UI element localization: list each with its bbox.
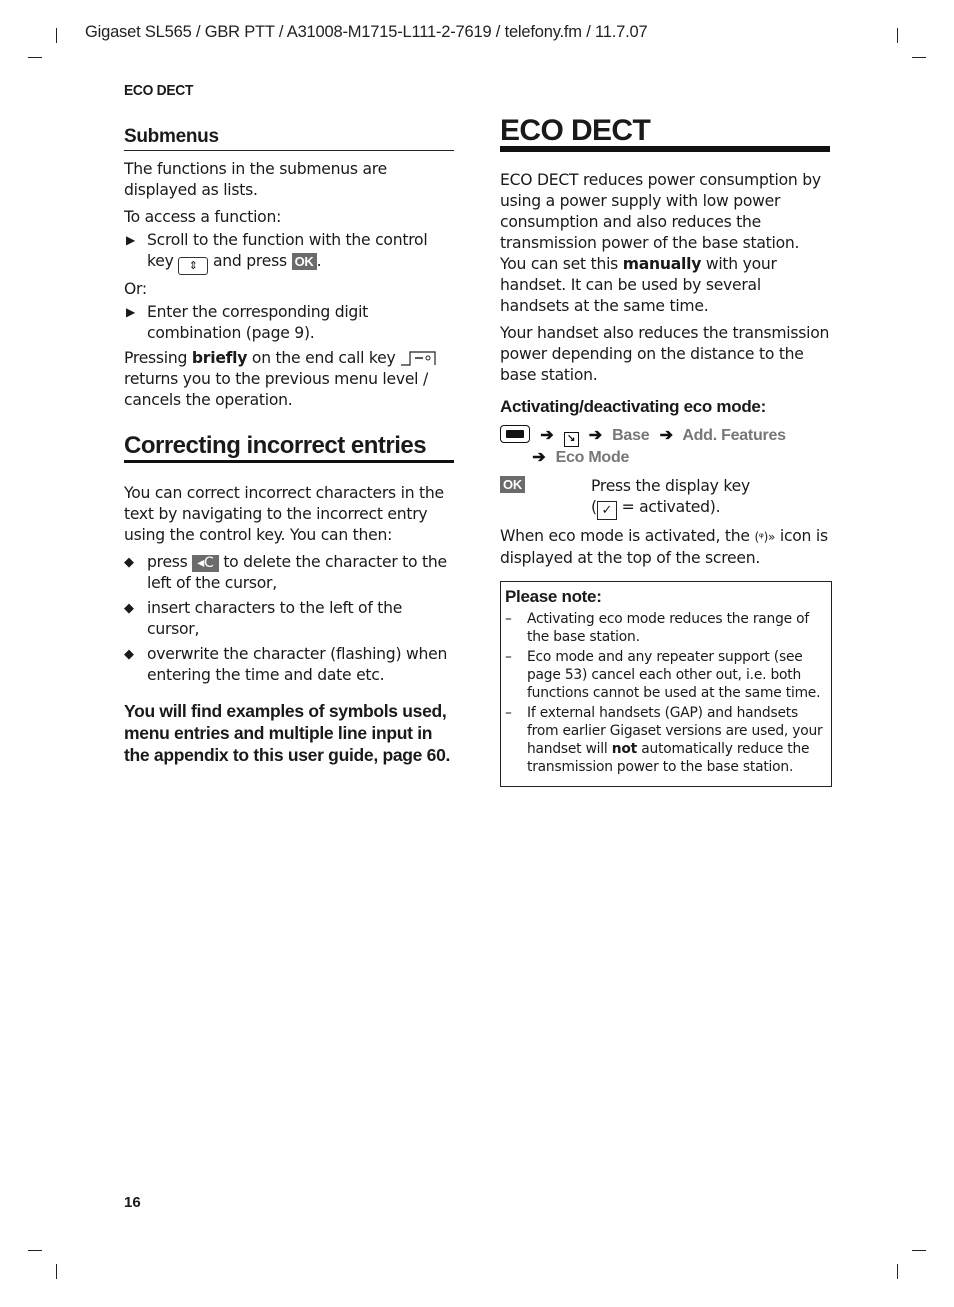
crop-mark [912,57,926,58]
eco-icon-paragraph: When eco mode is activated, the (ᵠ)» ico… [500,527,828,567]
bullet-arrow-icon: ▶ [126,233,135,247]
correcting-item: ◆ overwrite the character (flashing) whe… [124,645,448,684]
settings-tool-icon: ↘ [563,432,579,447]
please-note-title: Please note: [505,587,602,606]
diamond-bullet-icon: ◆ [124,647,134,662]
ok-key-icon: OK [500,476,525,493]
correcting-item: ◆ insert characters to the left of the c… [124,599,403,638]
correcting-intro: You can correct incorrect characters in … [124,484,444,544]
note-item: – Eco mode and any repeater support (see… [505,649,821,701]
menu-item-eco-mode: Eco Mode [555,449,630,466]
eco-mode-icon: (ᵠ)» [754,530,776,544]
submenus-intro: The functions in the submenus are displa… [124,160,387,199]
arrow-icon: ➔ [659,427,673,444]
check-icon: ✓ [596,501,617,520]
crop-mark [897,1264,898,1279]
eco-para3: Your handset also reduces the transmissi… [500,324,830,384]
crop-mark [28,1250,42,1251]
please-note-box: Please note: – Activating eco mode reduc… [500,581,832,787]
right-column: ECO DECT ECO DECT reduces power consumpt… [500,116,832,787]
crop-mark [897,28,898,43]
eco-para1: ECO DECT reduces power consumption by us… [500,171,821,252]
diamond-bullet-icon: ◆ [124,601,134,616]
arrow-icon: ➔ [588,427,602,444]
correcting-heading: Correcting incorrect entries [124,434,454,463]
note-item: – If external handsets (GAP) and handset… [505,705,823,775]
crop-mark [912,1250,926,1251]
menu-item-add-features: Add. Features [682,427,786,444]
submenus-heading: Submenus [124,126,454,151]
crop-mark [28,57,42,58]
page-number: 16 [124,1194,141,1211]
ok-key-icon: OK [291,253,317,270]
menu-key-icon [500,425,530,443]
end-call-key-icon [401,351,436,366]
correcting-item: ◆ press ◂C to delete the character to th… [124,553,447,592]
menu-item-base: Base [612,427,650,444]
note-item: – Activating eco mode reduces the range … [505,611,810,645]
crop-mark [56,28,57,43]
eco-para2: You can set this manually with your hand… [500,255,777,315]
step-scroll: ▶ Scroll to the function with the contro… [124,230,454,275]
crop-mark [56,1264,57,1279]
left-column: Submenus The functions in the submenus a… [124,126,454,766]
or-label: Or: [124,280,147,298]
clear-key-icon: ◂C [192,555,219,572]
bullet-arrow-icon: ▶ [126,305,135,319]
appendix-note: You will find examples of symbols used, … [124,701,451,765]
access-label: To access a function: [124,208,282,226]
print-header: Gigaset SL565 / GBR PTT / A31008-M1715-L… [85,23,648,41]
running-head: ECO DECT [124,82,194,99]
arrow-icon: ➔ [540,427,554,444]
step-digit: ▶ Enter the corresponding digit combinat… [126,303,369,342]
end-call-paragraph: Pressing briefly on the end call key ret… [124,348,454,411]
menu-path: ➔ ↘ ➔ Base ➔ Add. Features ➔ Eco Mode [500,425,830,468]
activating-heading: Activating/deactivating eco mode: [500,397,766,416]
eco-dect-heading: ECO DECT [500,116,830,152]
ok-step: OK Press the display key (✓ = activated)… [500,476,830,520]
arrow-icon: ➔ [532,449,546,466]
control-key-icon: ⇕ [178,257,209,275]
diamond-bullet-icon: ◆ [124,555,134,570]
